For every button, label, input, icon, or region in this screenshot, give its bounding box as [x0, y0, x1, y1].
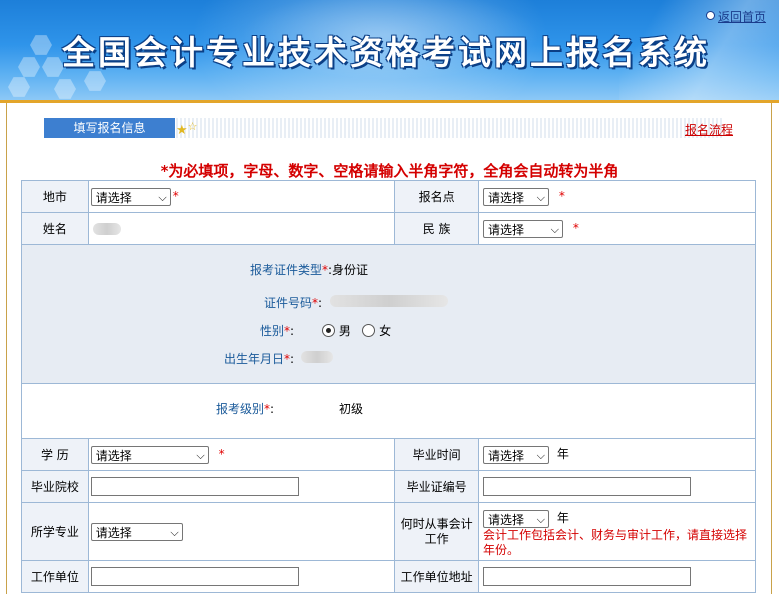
tab-fill-info[interactable]: 填写报名信息	[44, 118, 175, 138]
header-banner: 全国会计专业技术资格考试网上报名系统	[0, 0, 779, 100]
cert-no-input[interactable]	[483, 477, 691, 496]
id-type-row: 报考证件类型*:	[249, 263, 332, 277]
hexagon-decoration	[8, 77, 30, 97]
work-start-note: 会计工作包括会计、财务与审计工作，请直接选择年份。	[483, 527, 748, 557]
chevron-down-icon: ⌵	[158, 190, 167, 204]
region-select[interactable]: 请选择 ⌵	[90, 187, 171, 206]
hexagon-decoration	[54, 79, 76, 99]
hexagon-decoration	[42, 57, 64, 77]
work-start-label: 何时从事会计工作	[394, 502, 479, 561]
chevron-down-icon: ⌵	[536, 448, 545, 462]
gender-options: 男 女	[322, 322, 391, 339]
chevron-down-icon: ⌵	[550, 222, 559, 236]
gender-radio-female[interactable]	[362, 324, 376, 337]
registration-flow-link[interactable]: 报名流程	[685, 121, 733, 138]
education-select[interactable]: 请选择 ⌵	[90, 445, 209, 464]
level-value: 初级	[339, 402, 364, 416]
id-number-row: 证件号码*:	[263, 296, 322, 310]
employer-input[interactable]	[90, 567, 299, 586]
ethnicity-select[interactable]: 请选择 ⌵	[483, 219, 563, 238]
birth-date-redacted	[301, 351, 333, 363]
name-value-redacted	[92, 223, 121, 235]
star-icon: ★☆	[176, 120, 198, 138]
gender-radio-male[interactable]	[322, 324, 335, 337]
id-type-value: 身份证	[332, 263, 369, 277]
major-select[interactable]: 请选择 ⌵	[90, 522, 183, 541]
bullet-icon	[706, 11, 715, 20]
level-row: 报考级别*:	[215, 402, 274, 416]
home-link[interactable]: 返回首页	[706, 8, 766, 25]
id-number-redacted	[330, 295, 448, 307]
region-label: 地市	[21, 180, 89, 213]
chevron-down-icon: ⌵	[536, 512, 545, 526]
system-title: 全国会计专业技术资格考试网上报名系统	[62, 33, 710, 72]
ethnicity-label: 民 族	[394, 212, 479, 245]
employer-label: 工作单位	[21, 560, 89, 593]
education-label: 学 历	[21, 438, 89, 471]
registration-form: 地市 请选择 ⌵ * 报名点 请选择 ⌵ * 姓名 民 族 请选择 ⌵ * 报考证件类型…	[21, 180, 756, 593]
employer-address-input[interactable]	[483, 567, 691, 586]
work-start-select[interactable]: 请选择 ⌵	[483, 509, 549, 528]
chevron-down-icon: ⌵	[170, 525, 179, 539]
grad-time-label: 毕业时间	[394, 438, 479, 471]
school-input[interactable]	[90, 477, 299, 496]
site-label: 报名点	[394, 180, 479, 213]
chevron-down-icon: ⌵	[536, 190, 545, 204]
site-select[interactable]: 请选择 ⌵	[483, 187, 549, 206]
school-label: 毕业院校	[21, 470, 89, 503]
level-section: 报考级别*: 初级	[21, 383, 756, 439]
name-label: 姓名	[21, 212, 89, 245]
gender-row: 性别*:	[259, 324, 294, 338]
birth-row: 出生年月日*:	[223, 352, 294, 366]
cert-no-label: 毕业证编号	[394, 470, 479, 503]
chevron-down-icon: ⌵	[196, 448, 205, 462]
hexagon-decoration	[30, 35, 52, 55]
required-notice: *为必填项，字母、数字、空格请输入半角字符，全角会自动转为半角	[160, 162, 619, 180]
hexagon-decoration	[18, 57, 40, 77]
grad-time-select[interactable]: 请选择 ⌵	[483, 445, 549, 464]
major-label: 所学专业	[21, 502, 89, 561]
employer-address-label: 工作单位地址	[394, 560, 479, 593]
identity-section: 报考证件类型*: 身份证 证件号码*: 性别*: 男 女 出生年月日*:	[21, 244, 756, 384]
